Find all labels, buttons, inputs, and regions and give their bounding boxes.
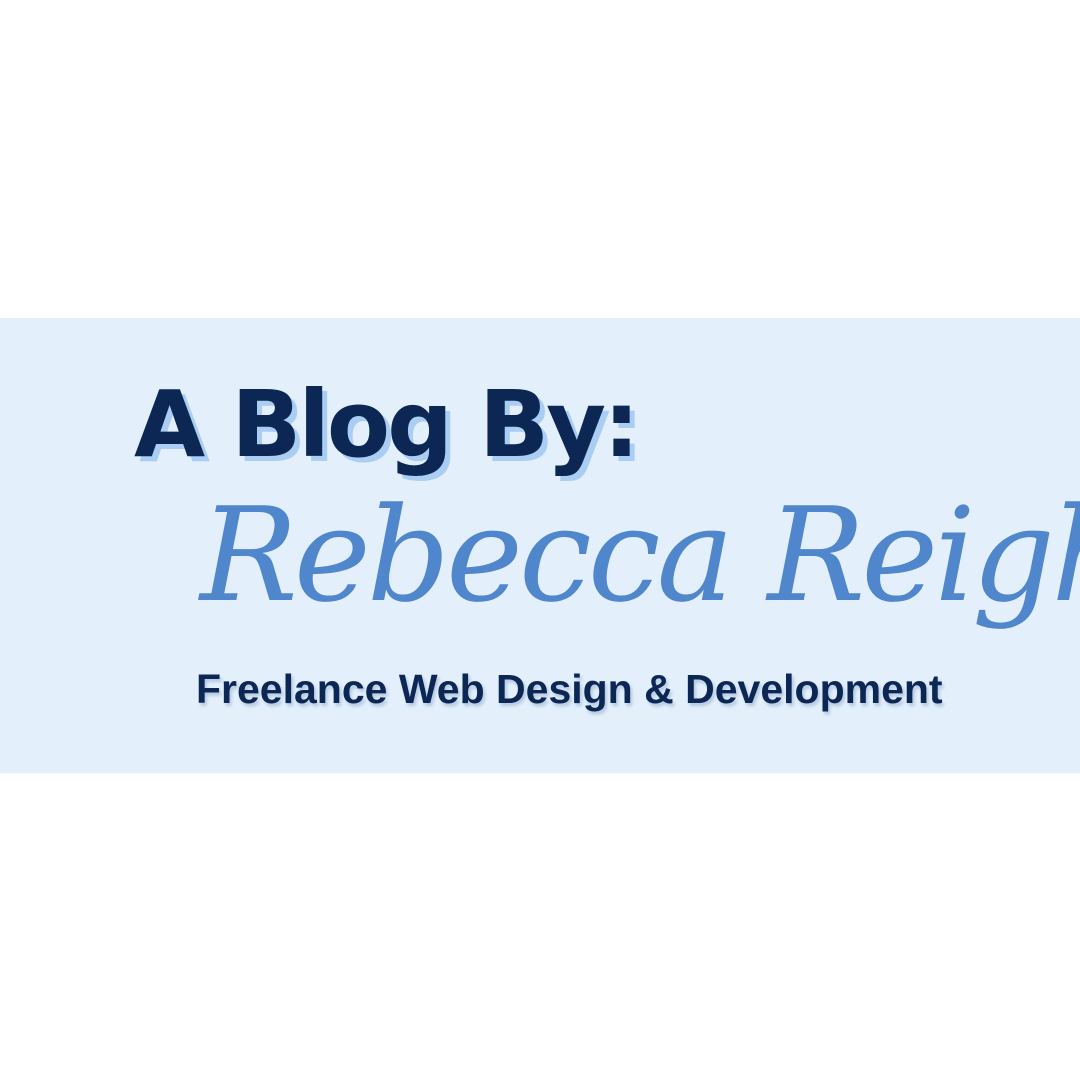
- tagline: Freelance Web Design & Development: [196, 666, 943, 712]
- canvas: A Blog By: Rebecca Reigh Freelance Web D…: [0, 0, 1080, 1080]
- author-name: Rebecca Reigh: [200, 479, 1080, 631]
- blog-by-heading: A Blog By:: [134, 371, 640, 478]
